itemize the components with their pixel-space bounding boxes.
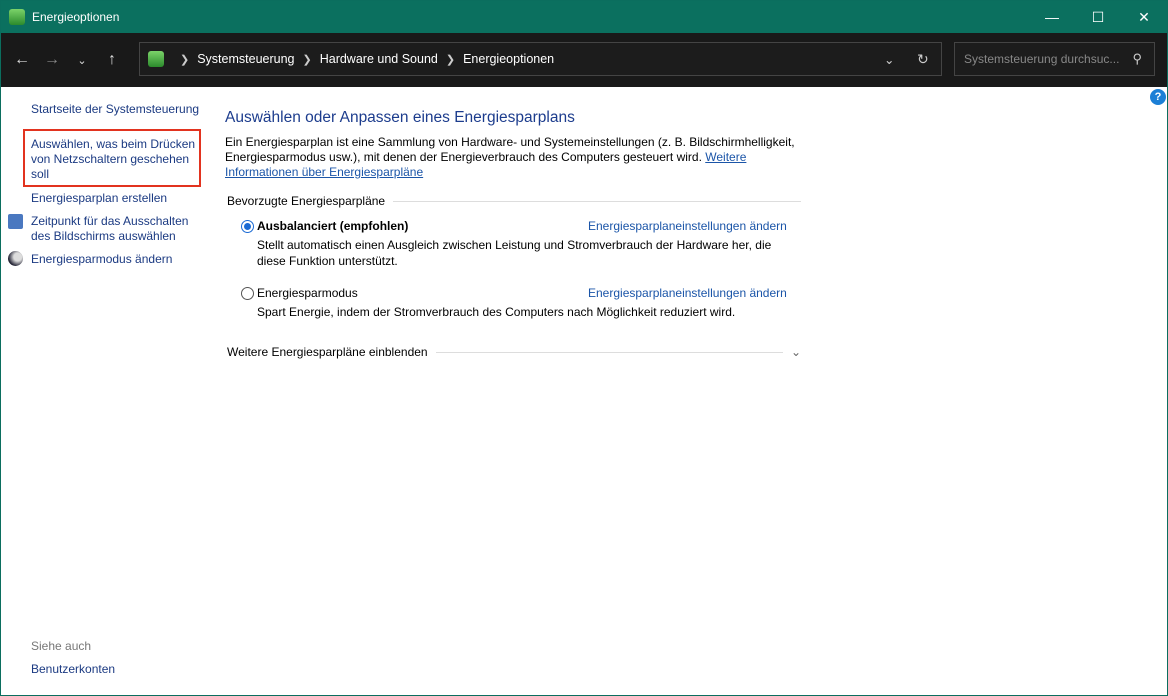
sidebar-item-home[interactable]: Startseite der Systemsteuerung (31, 102, 199, 117)
plan-power-saver-desc: Spart Energie, indem der Stromverbrauch … (257, 305, 736, 319)
plan-balanced-radio[interactable] (241, 220, 254, 233)
refresh-icon[interactable]: ↻ (917, 51, 929, 68)
search-input[interactable]: Systemsteuerung durchsuc... ⚲ (954, 42, 1155, 76)
display-clock-icon (8, 214, 23, 229)
navigation-bar: ← → ⌄ ↑ ❯ Systemsteuerung ❯ Hardware und… (1, 33, 1167, 87)
minimize-button[interactable]: — (1029, 1, 1075, 33)
control-panel-icon (148, 51, 164, 67)
description: Ein Energiesparplan ist eine Sammlung vo… (225, 135, 795, 180)
address-dropdown-icon[interactable]: ⌄ (884, 52, 894, 67)
chevron-down-icon[interactable]: ⌄ (791, 345, 801, 359)
window-title: Energieoptionen (32, 10, 120, 24)
plan-power-saver-settings-link[interactable]: Energiesparplaneinstellungen ändern (588, 286, 787, 300)
sidebar-item-power-buttons[interactable]: Auswählen, was beim Drücken von Netzscha… (31, 137, 199, 182)
forward-button[interactable]: → (37, 51, 67, 69)
show-more-label: Weitere Energiesparpläne einblenden (227, 345, 428, 359)
chevron-right-icon: ❯ (302, 53, 312, 66)
page-title: Auswählen oder Anpassen eines Energiespa… (225, 109, 575, 126)
sidebar-item-user-accounts[interactable]: Benutzerkonten (31, 662, 115, 677)
sleep-moon-icon (8, 251, 23, 266)
breadcrumb-hardware-sound[interactable]: Hardware und Sound (320, 52, 438, 66)
help-icon[interactable]: ? (1150, 89, 1166, 105)
up-button[interactable]: ↑ (97, 51, 127, 69)
plan-power-saver-radio[interactable] (241, 287, 254, 300)
chevron-right-icon: ❯ (445, 53, 456, 66)
show-more-plans[interactable]: Weitere Energiesparpläne einblenden ⌄ (227, 345, 801, 359)
sidebar-item-create-plan[interactable]: Energiesparplan erstellen (31, 191, 167, 206)
recent-locations-button[interactable]: ⌄ (67, 54, 97, 67)
chevron-right-icon: ❯ (180, 53, 190, 66)
sidebar: Startseite der Systemsteuerung Auswählen… (1, 87, 211, 695)
sidebar-item-display-off[interactable]: Zeitpunkt für das Ausschalten des Bildsc… (31, 214, 201, 244)
maximize-button[interactable]: ☐ (1075, 1, 1121, 33)
plan-power-saver-name[interactable]: Energiesparmodus (257, 286, 358, 300)
back-button[interactable]: ← (7, 51, 37, 69)
search-icon[interactable]: ⚲ (1132, 51, 1142, 67)
plan-balanced-desc: Stellt automatisch einen Ausgleich zwisc… (257, 238, 772, 268)
sidebar-item-sleep[interactable]: Energiesparmodus ändern (31, 252, 172, 267)
breadcrumb-systemsteuerung[interactable]: Systemsteuerung (197, 52, 294, 66)
plan-balanced-name[interactable]: Ausbalanciert (empfohlen) (257, 219, 408, 233)
power-options-icon (9, 9, 25, 25)
plan-balanced-settings-link[interactable]: Energiesparplaneinstellungen ändern (588, 219, 787, 233)
close-button[interactable]: ✕ (1121, 1, 1167, 33)
preferred-plans-group: Bevorzugte Energiesparpläne (227, 194, 801, 208)
address-bar[interactable]: ❯ Systemsteuerung ❯ Hardware und Sound ❯… (139, 42, 942, 76)
search-placeholder: Systemsteuerung durchsuc... (964, 52, 1120, 66)
breadcrumb-energieoptionen[interactable]: Energieoptionen (463, 52, 554, 66)
title-bar: Energieoptionen — ☐ ✕ (1, 1, 1167, 33)
group-label: Bevorzugte Energiesparpläne (227, 194, 386, 208)
see-also-heading: Siehe auch (31, 639, 92, 653)
